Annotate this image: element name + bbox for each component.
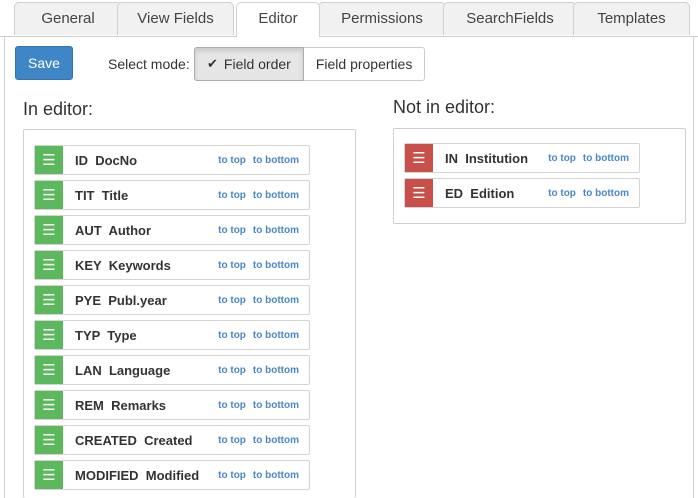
tab-searchfields[interactable]: SearchFields [443, 2, 577, 35]
in-editor-field[interactable]: ☰ CREATED Created to top to bottom [34, 425, 310, 455]
in-editor-field[interactable]: ☰ LAN Language to top to bottom [34, 355, 310, 385]
in-editor-field[interactable]: ☰ PYE Publ.year to top to bottom [34, 285, 310, 315]
in-editor-field[interactable]: ☰ MODIFIED Modified to top to bottom [34, 460, 310, 490]
field-name: PYE Publ.year [75, 292, 167, 308]
to-bottom-link[interactable]: to bottom [253, 435, 299, 446]
field-name: LAN Language [75, 362, 171, 378]
hamburger-icon[interactable]: ☰ [35, 461, 63, 489]
to-top-link[interactable]: to top [218, 225, 246, 236]
to-bottom-link[interactable]: to bottom [253, 400, 299, 411]
in-editor-field[interactable]: ☰ TIT Title to top to bottom [34, 180, 310, 210]
not-in-editor-title: Not in editor: [393, 97, 496, 117]
to-bottom-link[interactable]: to bottom [253, 330, 299, 341]
not-in-editor-field[interactable]: ☰ IN Institution to top to bottom [404, 143, 640, 173]
to-bottom-link[interactable]: to bottom [253, 155, 299, 166]
tab-permissions[interactable]: Permissions [318, 2, 446, 35]
field-name: TIT Title [75, 187, 129, 203]
in-editor-field[interactable]: ☰ KEY Keywords to top to bottom [34, 250, 310, 280]
hamburger-icon[interactable]: ☰ [35, 426, 63, 454]
in-editor-field[interactable]: ☰ TYP Type to top to bottom [34, 320, 310, 350]
to-bottom-link[interactable]: to bottom [583, 188, 629, 199]
hamburger-icon[interactable]: ☰ [35, 146, 63, 174]
select-mode-label: Select mode: [108, 56, 190, 72]
hamburger-icon[interactable]: ☰ [405, 144, 433, 172]
field-properties-label: Field properties [315, 56, 413, 72]
field-name: IN Institution [445, 150, 529, 166]
hamburger-icon[interactable]: ☰ [35, 321, 63, 349]
to-top-link[interactable]: to top [218, 155, 246, 166]
field-name: TYP Type [75, 327, 137, 343]
to-top-link[interactable]: to top [548, 153, 576, 164]
to-top-link[interactable]: to top [218, 400, 246, 411]
tab-general[interactable]: General [14, 2, 122, 35]
field-name: KEY Keywords [75, 257, 171, 273]
hamburger-icon[interactable]: ☰ [405, 179, 433, 207]
field-name: AUT Author [75, 222, 152, 238]
to-top-link[interactable]: to top [218, 435, 246, 446]
tab-templates[interactable]: Templates [573, 2, 690, 35]
hamburger-icon[interactable]: ☰ [35, 356, 63, 384]
to-bottom-link[interactable]: to bottom [253, 190, 299, 201]
field-order-button[interactable]: ✔ Field order [194, 47, 304, 81]
field-name: MODIFIED Modified [75, 467, 200, 483]
save-button[interactable]: Save [15, 46, 73, 80]
to-bottom-link[interactable]: to bottom [253, 260, 299, 271]
in-editor-field[interactable]: ☰ REM Remarks to top to bottom [34, 390, 310, 420]
to-bottom-link[interactable]: to bottom [583, 153, 629, 164]
check-icon: ✔ [207, 56, 218, 71]
field-name: ED Edition [445, 185, 515, 201]
field-order-label: Field order [223, 56, 291, 72]
in-editor-field[interactable]: ☰ AUT Author to top to bottom [34, 215, 310, 245]
hamburger-icon[interactable]: ☰ [35, 286, 63, 314]
to-top-link[interactable]: to top [218, 295, 246, 306]
mode-toggle-group: ✔ Field order Field properties [194, 47, 426, 81]
hamburger-icon[interactable]: ☰ [35, 216, 63, 244]
tab-editor[interactable]: Editor [236, 2, 320, 37]
not-in-editor-field[interactable]: ☰ ED Edition to top to bottom [404, 178, 640, 208]
in-editor-title: In editor: [23, 99, 94, 119]
to-bottom-link[interactable]: to bottom [253, 225, 299, 236]
to-top-link[interactable]: to top [218, 365, 246, 376]
hamburger-icon[interactable]: ☰ [35, 251, 63, 279]
in-editor-field[interactable]: ☰ ID DocNo to top to bottom [34, 145, 310, 175]
to-top-link[interactable]: to top [218, 330, 246, 341]
hamburger-icon[interactable]: ☰ [35, 391, 63, 419]
to-bottom-link[interactable]: to bottom [253, 295, 299, 306]
to-top-link[interactable]: to top [218, 260, 246, 271]
to-top-link[interactable]: to top [218, 470, 246, 481]
to-top-link[interactable]: to top [548, 188, 576, 199]
field-name: CREATED Created [75, 432, 193, 448]
field-properties-button[interactable]: Field properties [303, 47, 426, 81]
to-top-link[interactable]: to top [218, 190, 246, 201]
field-name: REM Remarks [75, 397, 167, 413]
to-bottom-link[interactable]: to bottom [253, 470, 299, 481]
tab-view-fields[interactable]: View Fields [117, 2, 234, 35]
to-bottom-link[interactable]: to bottom [253, 365, 299, 376]
tab-bar: General View Fields Editor Permissions S… [0, 0, 698, 37]
hamburger-icon[interactable]: ☰ [35, 181, 63, 209]
field-name: ID DocNo [75, 152, 138, 168]
